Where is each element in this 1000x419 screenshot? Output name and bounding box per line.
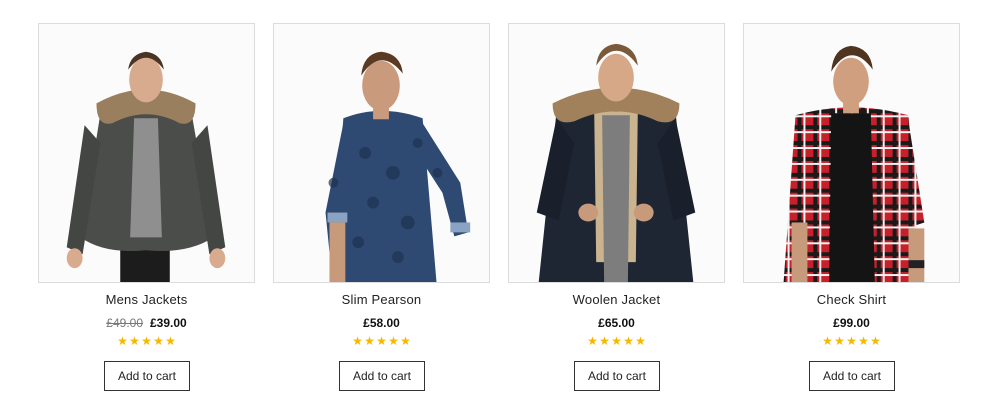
star-icon: ★ xyxy=(635,334,646,348)
product-title[interactable]: Woolen Jacket xyxy=(508,292,725,307)
product-title[interactable]: Slim Pearson xyxy=(273,292,490,307)
product-price: £49.00 £39.00 xyxy=(38,316,255,330)
product-old-price: £49.00 xyxy=(106,316,143,330)
product-sale-price: £39.00 xyxy=(150,316,187,330)
star-rating: ★★★★★ xyxy=(743,334,960,348)
star-icon: ★ xyxy=(870,334,881,348)
product-image-woolen-jacket[interactable] xyxy=(508,23,725,283)
product-title[interactable]: Mens Jackets xyxy=(38,292,255,307)
product-price: £65.00 xyxy=(508,316,725,330)
star-rating: ★★★★★ xyxy=(38,334,255,348)
product-image-check-shirt[interactable] xyxy=(743,23,960,283)
product-price: £99.00 xyxy=(743,316,960,330)
product-price: £58.00 xyxy=(273,316,490,330)
star-icon: ★ xyxy=(846,334,857,348)
product-sale-price: £58.00 xyxy=(363,316,400,330)
star-icon: ★ xyxy=(352,334,363,348)
star-icon: ★ xyxy=(141,334,152,348)
star-icon: ★ xyxy=(858,334,869,348)
star-icon: ★ xyxy=(117,334,128,348)
star-icon: ★ xyxy=(834,334,845,348)
star-icon: ★ xyxy=(364,334,375,348)
star-icon: ★ xyxy=(376,334,387,348)
product-image-mens-jackets[interactable] xyxy=(38,23,255,283)
product-card: Mens Jackets £49.00 £39.00 ★★★★★ Add to c… xyxy=(38,23,255,403)
star-icon: ★ xyxy=(599,334,610,348)
star-icon: ★ xyxy=(611,334,622,348)
star-icon: ★ xyxy=(623,334,634,348)
star-icon: ★ xyxy=(153,334,164,348)
star-rating: ★★★★★ xyxy=(508,334,725,348)
star-icon: ★ xyxy=(388,334,399,348)
star-icon: ★ xyxy=(165,334,176,348)
product-sale-price: £99.00 xyxy=(833,316,870,330)
add-to-cart-button[interactable]: Add to cart xyxy=(809,361,895,391)
product-card: Check Shirt £99.00 ★★★★★ Add to cart xyxy=(743,23,960,403)
product-grid: Mens Jackets £49.00 £39.00 ★★★★★ Add to c… xyxy=(0,0,1000,419)
add-to-cart-button[interactable]: Add to cart xyxy=(574,361,660,391)
product-image-slim-pearson[interactable] xyxy=(273,23,490,283)
product-title[interactable]: Check Shirt xyxy=(743,292,960,307)
add-to-cart-button[interactable]: Add to cart xyxy=(339,361,425,391)
star-icon: ★ xyxy=(822,334,833,348)
star-icon: ★ xyxy=(129,334,140,348)
add-to-cart-button[interactable]: Add to cart xyxy=(104,361,190,391)
star-icon: ★ xyxy=(400,334,411,348)
product-card: Woolen Jacket £65.00 ★★★★★ Add to cart xyxy=(508,23,725,403)
product-card: Slim Pearson £58.00 ★★★★★ Add to cart xyxy=(273,23,490,403)
product-sale-price: £65.00 xyxy=(598,316,635,330)
star-icon: ★ xyxy=(587,334,598,348)
star-rating: ★★★★★ xyxy=(273,334,490,348)
